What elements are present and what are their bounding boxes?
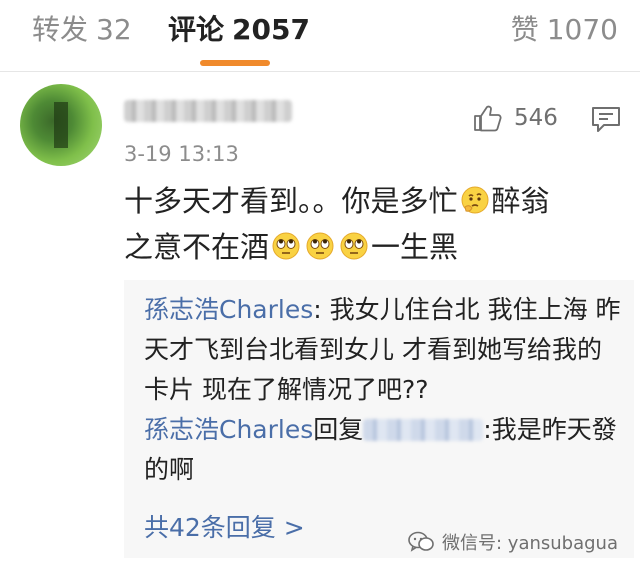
reply-item: 孫志浩Charles回复:我是昨天發的啊 <box>144 410 624 490</box>
comment-text-1b: 醉翁 <box>491 184 550 218</box>
comment-text-2a: 之意不在酒 <box>124 230 270 264</box>
reply-separator: : <box>313 295 330 324</box>
replies-box: 孫志浩Charles: 我女儿住台北 我住上海 昨天才飞到台北看到女儿 才看到她… <box>124 280 634 558</box>
tab-likes-label: 赞 <box>510 13 539 46</box>
comment-icon <box>592 107 620 132</box>
eye-roll-emoji-icon <box>340 232 368 260</box>
tab-comments-count: 2057 <box>232 13 310 46</box>
wechat-icon <box>408 531 434 552</box>
active-tab-indicator <box>200 60 270 66</box>
wechat-watermark: 微信号: yansubagua <box>408 529 618 555</box>
reply-item: 孫志浩Charles: 我女儿住台北 我住上海 昨天才飞到台北看到女儿 才看到她… <box>144 290 624 410</box>
thinking-emoji-icon <box>461 186 489 214</box>
tab-comments[interactable]: 评论 2057 <box>168 12 310 48</box>
watermark-text: 微信号: yansubagua <box>442 533 618 554</box>
thumbs-up-icon <box>474 105 502 132</box>
comment-timestamp: 3-19 13:13 <box>124 142 239 166</box>
tab-reposts-count: 32 <box>96 13 132 46</box>
more-replies-link[interactable]: 共42条回复 > <box>144 508 305 544</box>
like-count: 546 <box>514 105 558 131</box>
reply-separator: : <box>483 415 492 444</box>
reply-author-link[interactable]: 孫志浩Charles <box>144 415 313 444</box>
username-blurred[interactable] <box>124 100 292 122</box>
comment-text-1a: 十多天才看到。。你是多忙 <box>124 184 458 218</box>
tab-comments-label: 评论 <box>168 13 225 46</box>
eye-roll-emoji-icon <box>272 232 300 260</box>
reply-to-word: 回复 <box>313 415 364 444</box>
avatar[interactable] <box>20 84 102 166</box>
comment-text-2b: 一生黑 <box>371 230 459 264</box>
eye-roll-emoji-icon <box>306 232 334 260</box>
tab-reposts[interactable]: 转发 32 <box>32 12 132 48</box>
like-button[interactable]: 546 <box>472 100 558 136</box>
tab-likes[interactable]: 赞 1070 <box>511 12 618 48</box>
tab-likes-count: 1070 <box>546 13 618 46</box>
tab-reposts-label: 转发 <box>32 13 89 46</box>
reply-comment-button[interactable] <box>590 103 622 135</box>
tab-bar: 转发 32 评论 2057 赞 1070 <box>0 0 640 72</box>
reply-author-link[interactable]: 孫志浩Charles <box>144 295 313 324</box>
reply-target-blurred[interactable] <box>363 419 484 441</box>
comment-body: 十多天才看到。。你是多忙 醉翁 之意不在酒 一生黑 <box>124 178 624 270</box>
